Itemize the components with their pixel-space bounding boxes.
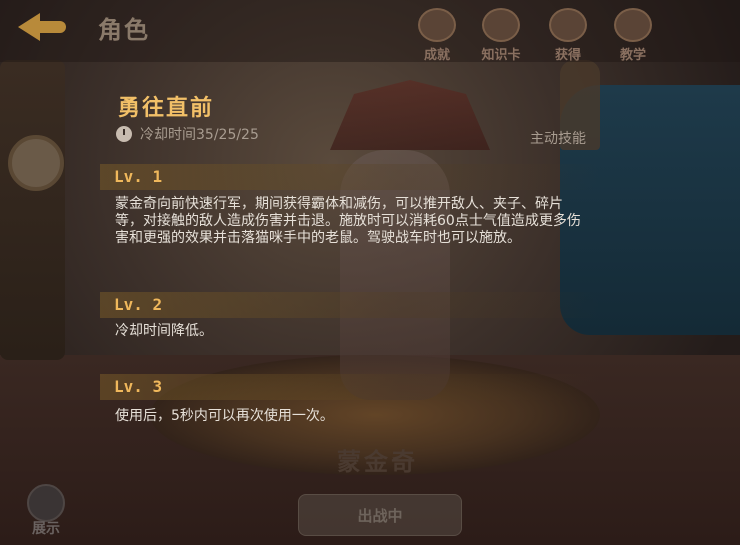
level-description-3: 使用后，5秒内可以再次使用一次。 [115, 408, 334, 424]
battle-label: 出战中 [357, 507, 403, 525]
grandfather-clock [0, 60, 65, 360]
card-icon [482, 8, 520, 42]
level-description-1: 蒙金奇向前快速行军，期间获得霸体和减伤，可以推开敌人、夹子、碎片等，对接触的敌人… [115, 196, 581, 246]
level-description-2: 冷却时间降低。 [115, 323, 213, 339]
nav-knowledge-card[interactable]: 知识卡 [474, 8, 528, 63]
showcase-button[interactable]: 展示 [22, 484, 70, 538]
trophy-icon [418, 8, 456, 42]
book-icon [614, 8, 652, 42]
gift-icon [549, 8, 587, 42]
nav-label: 成就 [423, 48, 450, 63]
skill-type: 主动技能 [530, 131, 586, 147]
showcase-icon [27, 484, 65, 522]
clock-icon [116, 126, 132, 142]
level-label: Lv. 2 [114, 295, 163, 314]
level-label: Lv. 1 [114, 167, 163, 186]
back-arrow-icon [18, 13, 40, 41]
showcase-label: 展示 [32, 521, 60, 537]
level-header-2: Lv. 2 [100, 292, 600, 318]
nav-achievement[interactable]: 成就 [410, 8, 464, 63]
level-header-3: Lv. 3 [100, 374, 600, 400]
character-name: 蒙金奇 [337, 448, 418, 476]
nav-label: 教学 [619, 48, 646, 63]
nav-obtain[interactable]: 获得 [541, 8, 595, 63]
skill-cooldown: 冷却时间35/25/25 [116, 124, 259, 144]
clock-face [8, 135, 64, 191]
cooldown-text: 冷却时间35/25/25 [140, 127, 259, 143]
nav-label: 获得 [554, 48, 581, 63]
level-header-1: Lv. 1 [100, 164, 600, 190]
nav-label: 知识卡 [481, 48, 521, 63]
page-title: 角色 [98, 16, 150, 44]
skill-name: 勇往直前 [118, 96, 215, 121]
nav-tutorial[interactable]: 教学 [606, 8, 660, 63]
level-label: Lv. 3 [114, 377, 163, 396]
battle-button[interactable]: 出战中 [298, 494, 462, 536]
back-button[interactable] [18, 12, 70, 42]
